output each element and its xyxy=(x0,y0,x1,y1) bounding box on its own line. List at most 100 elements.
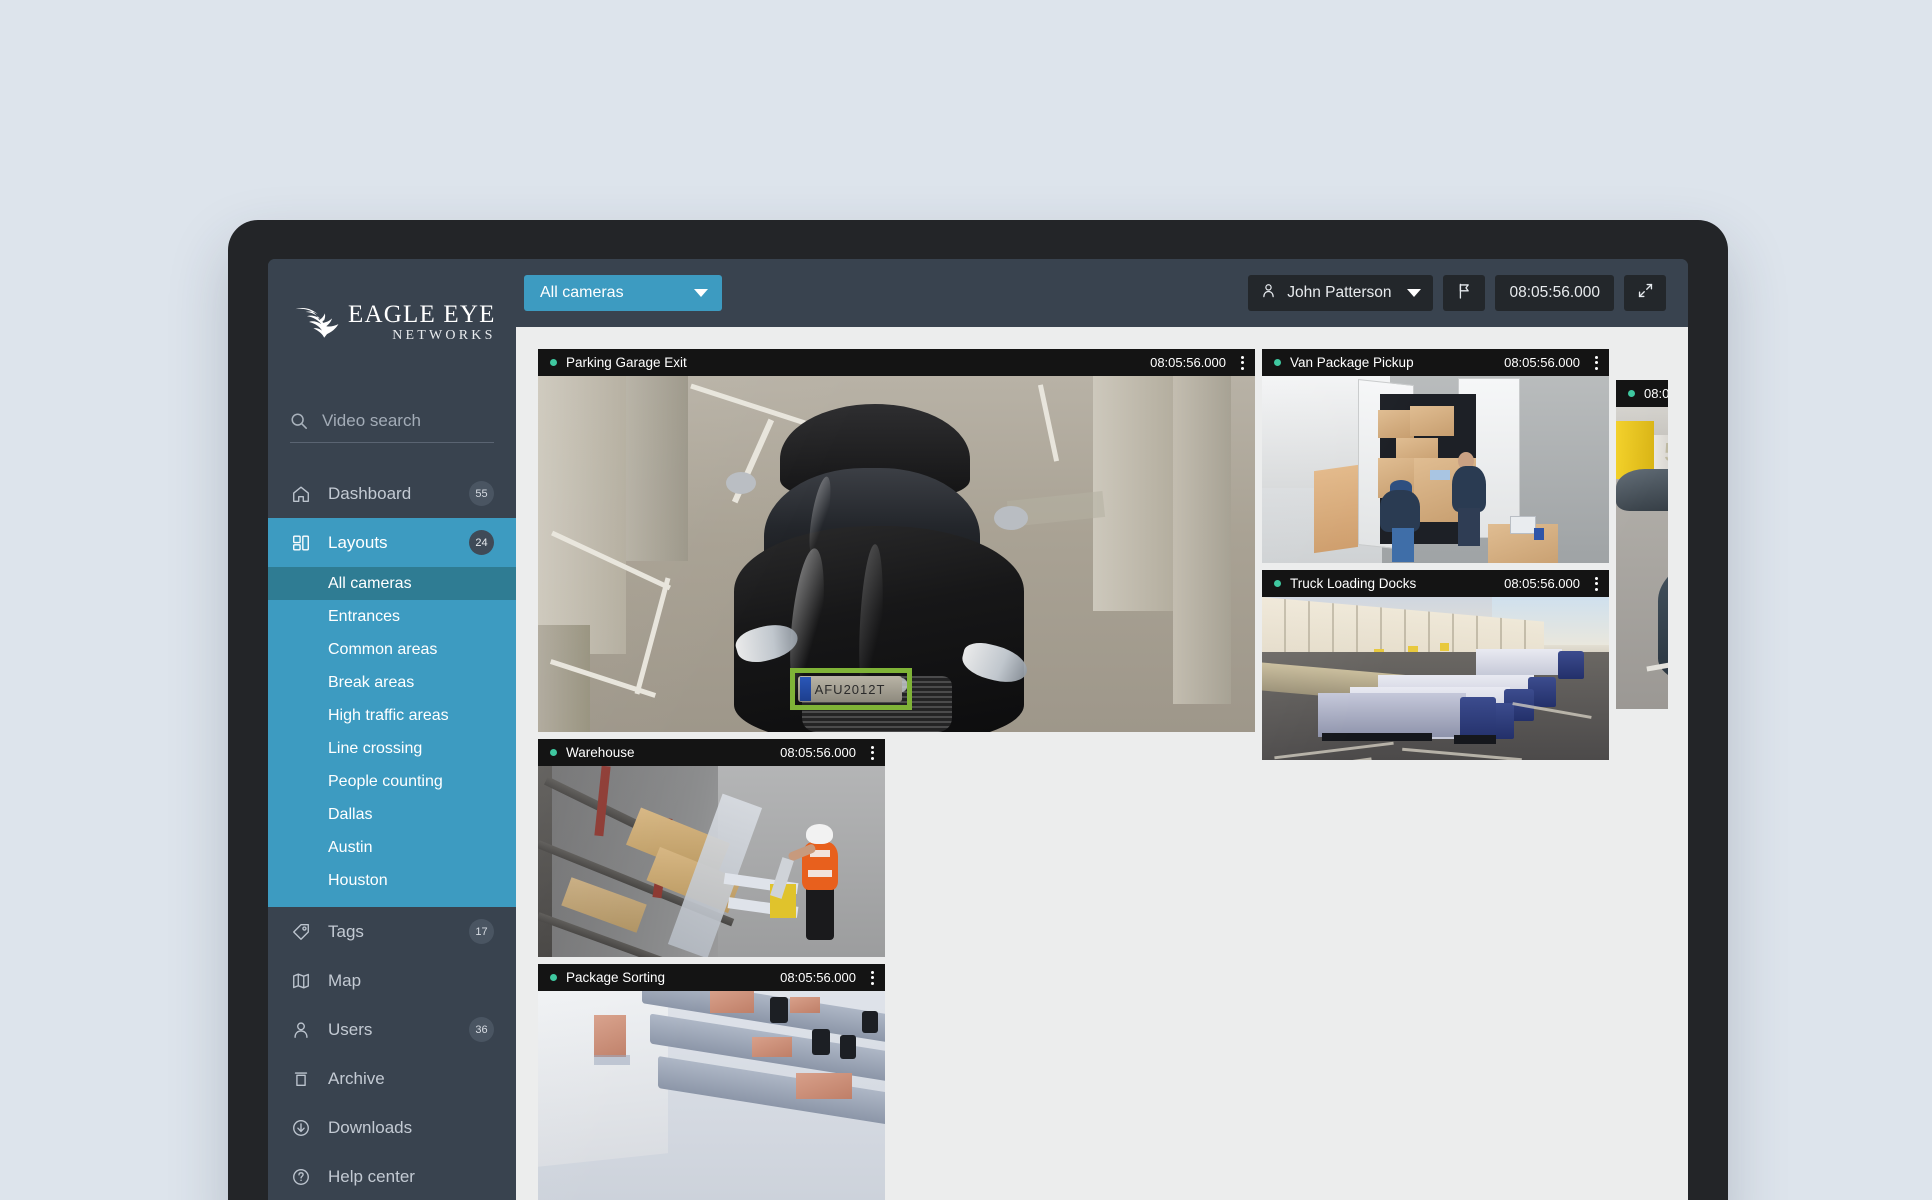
sidebar-layout-all-cameras[interactable]: All cameras xyxy=(268,567,516,600)
sidebar-layout-dallas[interactable]: Dallas xyxy=(268,798,516,831)
sidebar-item-label: Map xyxy=(328,970,362,990)
video-frame-docks xyxy=(1262,597,1609,760)
video-frame-garage-entrance: 5 6 J xyxy=(1616,407,1668,709)
grid-column-left: Parking Garage Exit 08:05:56.000 AFU2012… xyxy=(538,349,1255,1200)
camera-tile-parking-garage-entrance[interactable]: Parking Garage Entrance 08:05:56.000 xyxy=(1616,380,1668,709)
sidebar-item-label: Dashboard xyxy=(328,483,412,503)
user-menu-button[interactable]: John Patterson xyxy=(1248,275,1434,311)
sidebar-badge-users: 36 xyxy=(469,1017,494,1042)
sidebar-item-label: Archive xyxy=(328,1068,385,1088)
sidebar-layout-austin[interactable]: Austin xyxy=(268,831,516,864)
timestamp-value: 08:05:56.000 xyxy=(1509,284,1600,301)
camera-grid: Parking Garage Exit 08:05:56.000 AFU2012… xyxy=(516,327,1688,1200)
sidebar: EAGLE EYE NETWORKS Video search Dashboar… xyxy=(268,259,516,1200)
help-icon xyxy=(290,1166,312,1188)
camera-timestamp: 08:05:56.000 xyxy=(780,745,856,760)
video-stream[interactable] xyxy=(538,766,885,957)
main-panel: All cameras John Patterson 08:05:56.000 … xyxy=(516,259,1688,1200)
camera-tile-parking-garage-exit[interactable]: Parking Garage Exit 08:05:56.000 AFU2012… xyxy=(538,349,1255,732)
camera-timestamp: 08:05:56.000 xyxy=(1644,386,1668,401)
tile-header: Package Sorting 08:05:56.000 xyxy=(538,964,885,991)
sidebar-badge-dashboard: 55 xyxy=(469,481,494,506)
camera-layout-select[interactable]: All cameras xyxy=(524,275,722,311)
live-status-dot xyxy=(1274,580,1281,587)
flag-button[interactable] xyxy=(1443,275,1486,311)
camera-timestamp: 08:05:56.000 xyxy=(780,970,856,985)
chevron-down-icon xyxy=(1407,289,1422,297)
tile-menu-button[interactable] xyxy=(1590,573,1603,595)
tile-header: Parking Garage Entrance 08:05:56.000 xyxy=(1616,380,1668,407)
layouts-sublist: All cameras Entrances Common areas Break… xyxy=(268,567,516,907)
sidebar-layout-houston[interactable]: Houston xyxy=(268,864,516,897)
archive-icon xyxy=(290,1068,312,1090)
license-plate-detection-box xyxy=(790,668,912,710)
sidebar-layout-common-areas[interactable]: Common areas xyxy=(268,633,516,666)
sidebar-item-map[interactable]: Map xyxy=(268,956,516,1005)
app-screen: EAGLE EYE NETWORKS Video search Dashboar… xyxy=(268,259,1688,1200)
camera-tile-van-package-pickup[interactable]: Van Package Pickup 08:05:56.000 xyxy=(1262,349,1609,563)
camera-layout-select-label: All cameras xyxy=(540,284,624,301)
tile-menu-button[interactable] xyxy=(866,742,879,764)
live-status-dot xyxy=(1628,390,1635,397)
page-root: EAGLE EYE NETWORKS Video search Dashboar… xyxy=(0,0,1932,1200)
video-stream[interactable] xyxy=(1262,597,1609,760)
tile-header: Parking Garage Exit 08:05:56.000 xyxy=(538,349,1255,376)
brand-sub: NETWORKS xyxy=(392,327,496,343)
eagle-logo-icon xyxy=(294,302,340,342)
tile-menu-button[interactable] xyxy=(1236,352,1249,374)
fullscreen-button[interactable] xyxy=(1624,275,1666,311)
search-input[interactable] xyxy=(322,411,494,431)
sidebar-layout-people-counting[interactable]: People counting xyxy=(268,765,516,798)
chevron-down-icon xyxy=(694,289,708,297)
map-icon xyxy=(290,970,312,992)
flag-icon xyxy=(1456,282,1473,305)
download-icon xyxy=(290,1117,312,1139)
brand-name: EAGLE EYE xyxy=(348,300,496,328)
sidebar-item-downloads[interactable]: Downloads xyxy=(268,1103,516,1152)
video-stream[interactable]: 5 6 J xyxy=(1616,407,1668,709)
camera-tile-package-sorting[interactable]: Package Sorting 08:05:56.000 xyxy=(538,964,885,1200)
sidebar-item-layouts[interactable]: Layouts 24 xyxy=(268,518,516,567)
sidebar-layout-line-crossing[interactable]: Line crossing xyxy=(268,732,516,765)
sidebar-layout-break-areas[interactable]: Break areas xyxy=(268,666,516,699)
sidebar-nav: Dashboard 55 Layouts 24 All cameras Entr… xyxy=(268,469,516,1200)
sidebar-item-users[interactable]: Users 36 xyxy=(268,1005,516,1054)
sidebar-item-help-center[interactable]: Help center xyxy=(268,1152,516,1200)
tile-menu-button[interactable] xyxy=(866,967,879,989)
video-search[interactable] xyxy=(290,411,494,443)
laptop-frame: EAGLE EYE NETWORKS Video search Dashboar… xyxy=(228,220,1728,1200)
expand-icon xyxy=(1637,282,1654,304)
grid-row-bottom: Truck Loading Docks 08:05:56.000 08:0 xyxy=(1262,380,1668,1200)
video-stream[interactable] xyxy=(1262,376,1609,563)
sidebar-badge-layouts: 24 xyxy=(469,530,494,555)
grid-column-right: Van Package Pickup 08:05:56.000 Truck Lo… xyxy=(1262,349,1668,1200)
brand-logo[interactable]: EAGLE EYE NETWORKS xyxy=(268,269,516,355)
tile-header: Truck Loading Docks 08:05:56.000 xyxy=(1262,570,1609,597)
camera-tile-truck-loading-docks[interactable]: Truck Loading Docks 08:05:56.000 xyxy=(1262,570,1609,760)
sidebar-item-dashboard[interactable]: Dashboard 55 xyxy=(268,469,516,518)
sidebar-layout-high-traffic-areas[interactable]: High traffic areas xyxy=(268,699,516,732)
user-icon xyxy=(290,1019,312,1041)
tag-icon xyxy=(290,921,312,943)
timestamp-display[interactable]: 08:05:56.000 xyxy=(1495,275,1614,311)
video-stream[interactable] xyxy=(538,991,885,1200)
top-bar: All cameras John Patterson 08:05:56.000 xyxy=(516,259,1688,327)
video-stream[interactable]: AFU2012T xyxy=(538,376,1255,732)
camera-tile-warehouse[interactable]: Warehouse 08:05:56.000 xyxy=(538,739,885,957)
sidebar-item-archive[interactable]: Archive xyxy=(268,1054,516,1103)
sidebar-item-label: Layouts xyxy=(328,532,388,552)
tile-menu-button[interactable] xyxy=(1590,352,1603,374)
video-frame-package-sorting xyxy=(538,991,885,1200)
camera-timestamp: 08:05:56.000 xyxy=(1150,355,1226,370)
live-status-dot xyxy=(550,974,557,981)
camera-timestamp: 08:05:56.000 xyxy=(1504,355,1580,370)
home-icon xyxy=(290,483,312,505)
camera-timestamp: 08:05:56.000 xyxy=(1504,576,1580,591)
column-label-5: 5 xyxy=(1664,437,1668,468)
sidebar-layout-entrances[interactable]: Entrances xyxy=(268,600,516,633)
camera-name: Parking Garage Exit xyxy=(566,355,687,370)
camera-name: Van Package Pickup xyxy=(1290,355,1414,370)
sidebar-item-label: Help center xyxy=(328,1166,415,1186)
video-frame-warehouse xyxy=(538,766,885,957)
sidebar-item-tags[interactable]: Tags 17 xyxy=(268,907,516,956)
